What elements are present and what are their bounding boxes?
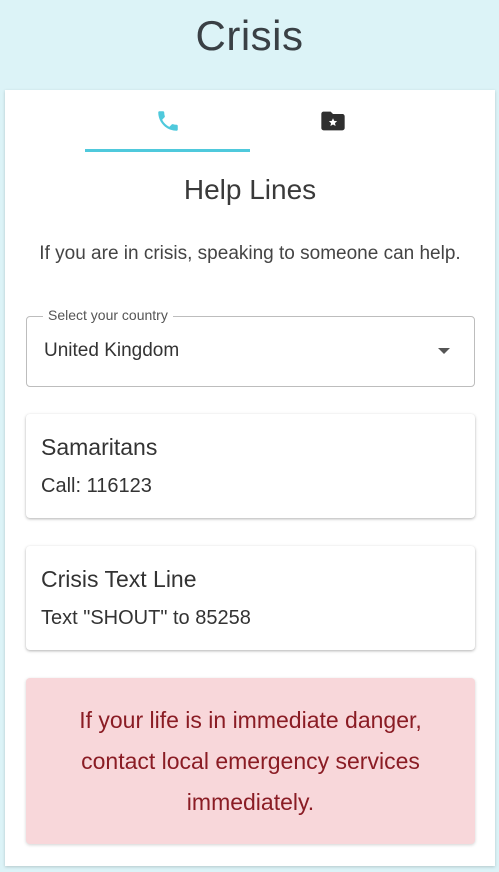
country-select-label: Select your country [43,307,173,323]
emergency-alert-text: If your life is in immediate danger, con… [79,706,422,815]
tab-saved-resources[interactable] [250,90,415,152]
intro-text: If you are in crisis, speaking to someon… [39,243,461,264]
country-select[interactable]: Select your country United Kingdom [26,307,475,387]
chevron-down-icon [438,348,450,354]
section-title: Help Lines [183,174,317,205]
help-line-detail: Call: 116123 [41,475,152,497]
phone-icon [155,108,181,134]
page-title: Crisis [195,12,304,59]
help-line-card[interactable]: Crisis Text Line Text "SHOUT" to 85258 [26,546,475,650]
emergency-alert: If your life is in immediate danger, con… [26,678,475,844]
tab-help-lines[interactable] [85,90,250,152]
help-line-name: Samaritans [41,434,158,460]
help-line-card[interactable]: Samaritans Call: 116123 [26,414,475,518]
active-tab-indicator [85,149,250,152]
app-header: Crisis [0,0,499,90]
main-panel: Help Lines If you are in crisis, speakin… [5,90,495,866]
country-select-value: United Kingdom [44,340,180,361]
folder-star-icon [319,107,347,135]
help-line-name: Crisis Text Line [41,566,197,592]
help-line-detail: Text "SHOUT" to 85258 [41,607,251,629]
tab-bar [5,90,495,152]
